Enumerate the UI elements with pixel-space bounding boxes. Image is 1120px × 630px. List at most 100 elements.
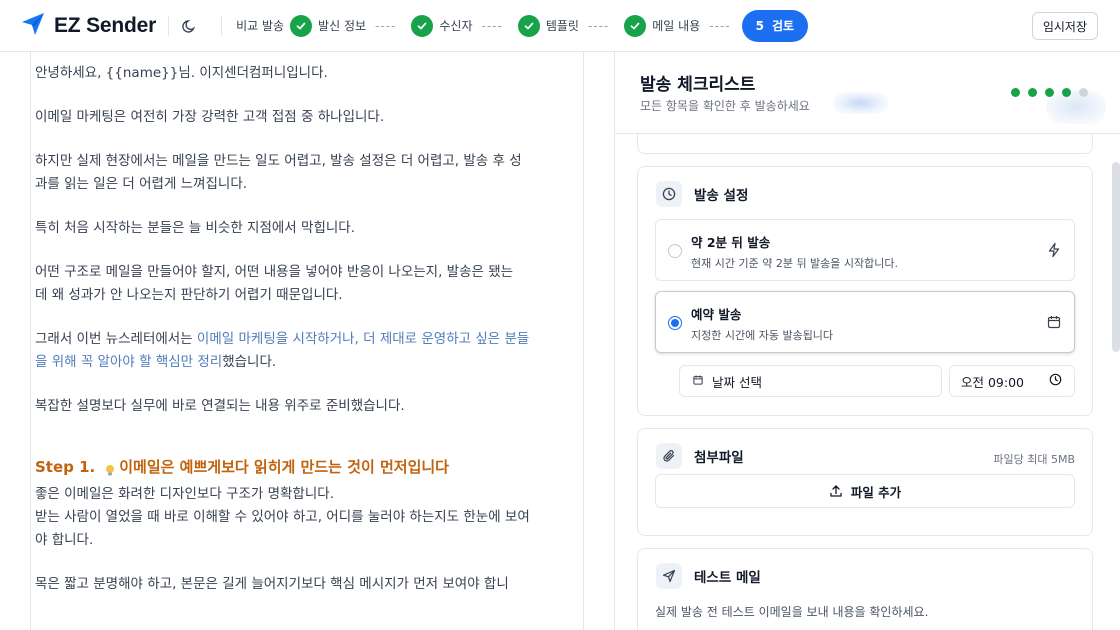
step-label: 수신자 (439, 19, 473, 33)
step-connector: ---- (481, 18, 503, 33)
card-title: 발송 설정 (694, 188, 749, 204)
date-picker[interactable]: 날짜 선택 (679, 365, 942, 397)
option-desc: 지정한 시간에 자동 발송됩니다 (691, 329, 834, 342)
send-in-2min-option[interactable]: 약 2분 뒤 발송 현재 시간 기준 약 2분 뒤 발송을 시작합니다. (655, 219, 1075, 281)
step-label: 템플릿 (545, 19, 579, 33)
text-line: 데 왜 성과가 안 나오는지 판단하기 어렵기 때문입니다. (35, 287, 343, 303)
step1-body: 좋은 이메일은 화려한 디자인보다 구조가 명확합니다. 받는 사람이 열었을 … (35, 483, 580, 552)
card-header: 발송 설정 (656, 181, 748, 207)
highlight-link[interactable]: 이메일 마케팅을 시작하거나, 더 제대로 운영하고 싶은 분들 (197, 331, 529, 347)
step-compare-send[interactable]: 비교 발송 (236, 17, 284, 34)
scrollbar-thumb[interactable] (1112, 162, 1120, 352)
attachment-card: 첨부파일 파일당 최대 5MB 파일 추가 (637, 428, 1093, 536)
divider (221, 15, 223, 36)
step-number: 5 (755, 18, 764, 33)
card-header: 첨부파일 (656, 443, 744, 469)
card-header: 테스트 메일 (656, 563, 761, 589)
checklist-title: 발송 체크리스트 (640, 75, 756, 95)
progress-dot (1011, 88, 1020, 97)
text-line: 받는 사람이 열었을 때 바로 이해할 수 있어야 하고, 어디를 눌러야 하는… (35, 509, 530, 525)
step-label: 발신 정보 (318, 19, 367, 33)
progress-dots (1011, 88, 1088, 97)
time-value: 오전 09:00 (961, 374, 1024, 390)
step-progress: 비교 발송 발신 정보 ---- 수신자 ---- 템플릿 ---- 메일 내용… (236, 9, 809, 42)
clock-icon (656, 181, 682, 207)
radio-button[interactable] (668, 244, 682, 258)
text-segment: 했습니다. (222, 354, 277, 370)
step-label: 검토 (771, 19, 795, 33)
check-icon (517, 14, 540, 37)
check-icon (290, 14, 313, 37)
step-sender-info[interactable]: 발신 정보 (284, 14, 367, 37)
send-icon (656, 563, 682, 589)
send-settings-card: 발송 설정 약 2분 뒤 발송 현재 시간 기준 약 2분 뒤 발송을 시작합니… (637, 166, 1093, 416)
option-desc: 현재 시간 기준 약 2분 뒤 발송을 시작합니다. (691, 257, 899, 270)
step-recipients[interactable]: 수신자 (405, 14, 473, 37)
date-placeholder: 날짜 선택 (712, 374, 762, 390)
step-connector: ---- (375, 18, 397, 33)
test-mail-desc: 실제 발송 전 테스트 이메일을 보내 내용을 확인하세요. (655, 605, 929, 619)
step1-heading: Step 1. 이메일은 예쁘게보다 읽히게 만드는 것이 먼저입니다 (35, 456, 580, 479)
step-label: 메일 내용 (652, 19, 701, 33)
scheduled-send-option[interactable]: 예약 발송 지정한 시간에 자동 발송됩니다 (655, 291, 1075, 353)
save-draft-button[interactable]: 임시저장 (1031, 12, 1098, 40)
test-mail-card: 테스트 메일 실제 발송 전 테스트 이메일을 보내 내용을 확인하세요. (637, 548, 1093, 630)
step-review-current[interactable]: 5 검토 (741, 9, 809, 42)
lightning-icon (1046, 242, 1062, 258)
clock-icon (1049, 373, 1062, 389)
paragraph: 하지만 실제 현장에서는 메일을 만드는 일도 어렵고, 발송 설정은 더 어렵… (35, 150, 580, 196)
text-line: 과를 읽는 일은 더 어렵게 느껴집니다. (35, 176, 248, 192)
text-line: 하지만 실제 현장에서는 메일을 만드는 일도 어렵고, 발송 설정은 더 어렵… (35, 153, 522, 169)
progress-dot (1028, 88, 1037, 97)
paragraph: 어떤 구조로 메일을 만들어야 할지, 어떤 내용을 넣어야 반응이 나오는지,… (35, 261, 580, 307)
blurred-highlight (833, 92, 888, 114)
add-file-button[interactable]: 파일 추가 (655, 474, 1075, 508)
checklist-header: 발송 체크리스트 모든 항목을 확인한 후 발송하세요 (615, 52, 1120, 134)
progress-dot (1045, 88, 1054, 97)
calendar-icon (692, 374, 704, 389)
dark-mode-moon-icon[interactable] (181, 17, 199, 35)
brand-name: EZ Sender (54, 13, 157, 37)
highlight-link[interactable]: 을 위해 꼭 알아야 할 핵심만 정리 (35, 354, 222, 370)
top-header: EZ Sender 비교 발송 발신 정보 ---- 수신자 ---- 템플릿 … (0, 0, 1120, 52)
progress-dot (1079, 88, 1088, 97)
text-segment: 그래서 이번 뉴스레터에서는 (35, 331, 197, 347)
check-icon (411, 14, 434, 37)
check-icon (624, 14, 647, 37)
file-size-note: 파일당 최대 5MB (993, 453, 1075, 466)
upload-icon (830, 485, 842, 497)
divider (168, 15, 170, 36)
text-line: 좋은 이메일은 화려한 디자인보다 구조가 명확합니다. (35, 486, 334, 502)
step-template[interactable]: 템플릿 (512, 14, 579, 37)
previous-card (637, 134, 1093, 154)
paper-plane-logo-icon (20, 11, 46, 41)
text-line: 어떤 구조로 메일을 만들어야 할지, 어떤 내용을 넣어야 반응이 나오는지,… (35, 264, 514, 280)
radio-button-selected[interactable] (668, 316, 682, 330)
time-picker[interactable]: 오전 09:00 (949, 365, 1075, 397)
checklist-subtitle: 모든 항목을 확인한 후 발송하세요 (640, 99, 810, 113)
step-title: 이메일은 예쁘게보다 읽히게 만드는 것이 먼저입니다 (119, 458, 449, 476)
brand[interactable]: EZ Sender (20, 11, 156, 41)
card-title: 테스트 메일 (694, 570, 761, 586)
calendar-icon (1046, 314, 1062, 330)
step-prefix: Step 1. (35, 458, 96, 476)
step-mail-content[interactable]: 메일 내용 (618, 14, 701, 37)
paragraph: 이메일 마케팅은 여전히 가장 강력한 고객 접점 중 하나입니다. (35, 109, 385, 125)
paperclip-icon (656, 443, 682, 469)
paragraph: 특히 처음 시작하는 분들은 늘 비슷한 지점에서 막힙니다. (35, 220, 355, 236)
text-line: 목은 짧고 분명해야 하고, 본문은 길게 늘어지기보다 핵심 메시지가 먼저 … (35, 576, 509, 592)
email-preview[interactable]: 안녕하세요, {{name}}님. 이지센더컴퍼니입니다. 이메일 마케팅은 여… (30, 52, 584, 630)
option-title: 약 2분 뒤 발송 (691, 235, 771, 250)
add-file-label: 파일 추가 (850, 484, 902, 500)
greeting-text: 안녕하세요, {{name}}님. 이지센더컴퍼니입니다. (35, 65, 328, 81)
paragraph: 그래서 이번 뉴스레터에서는 이메일 마케팅을 시작하거나, 더 제대로 운영하… (35, 328, 580, 374)
step-connector: ---- (709, 18, 731, 33)
progress-dot (1062, 88, 1071, 97)
step-connector: ---- (587, 18, 610, 33)
paragraph: 복잡한 설명보다 실무에 바로 연결되는 내용 위주로 준비했습니다. (35, 398, 405, 414)
option-title: 예약 발송 (691, 307, 742, 322)
send-checklist-panel: 발송 체크리스트 모든 항목을 확인한 후 발송하세요 발송 설정 약 2분 뒤… (614, 52, 1120, 630)
lightbulb-icon (105, 461, 115, 476)
card-title: 첨부파일 (694, 450, 744, 466)
text-line: 야 합니다. (35, 532, 94, 548)
